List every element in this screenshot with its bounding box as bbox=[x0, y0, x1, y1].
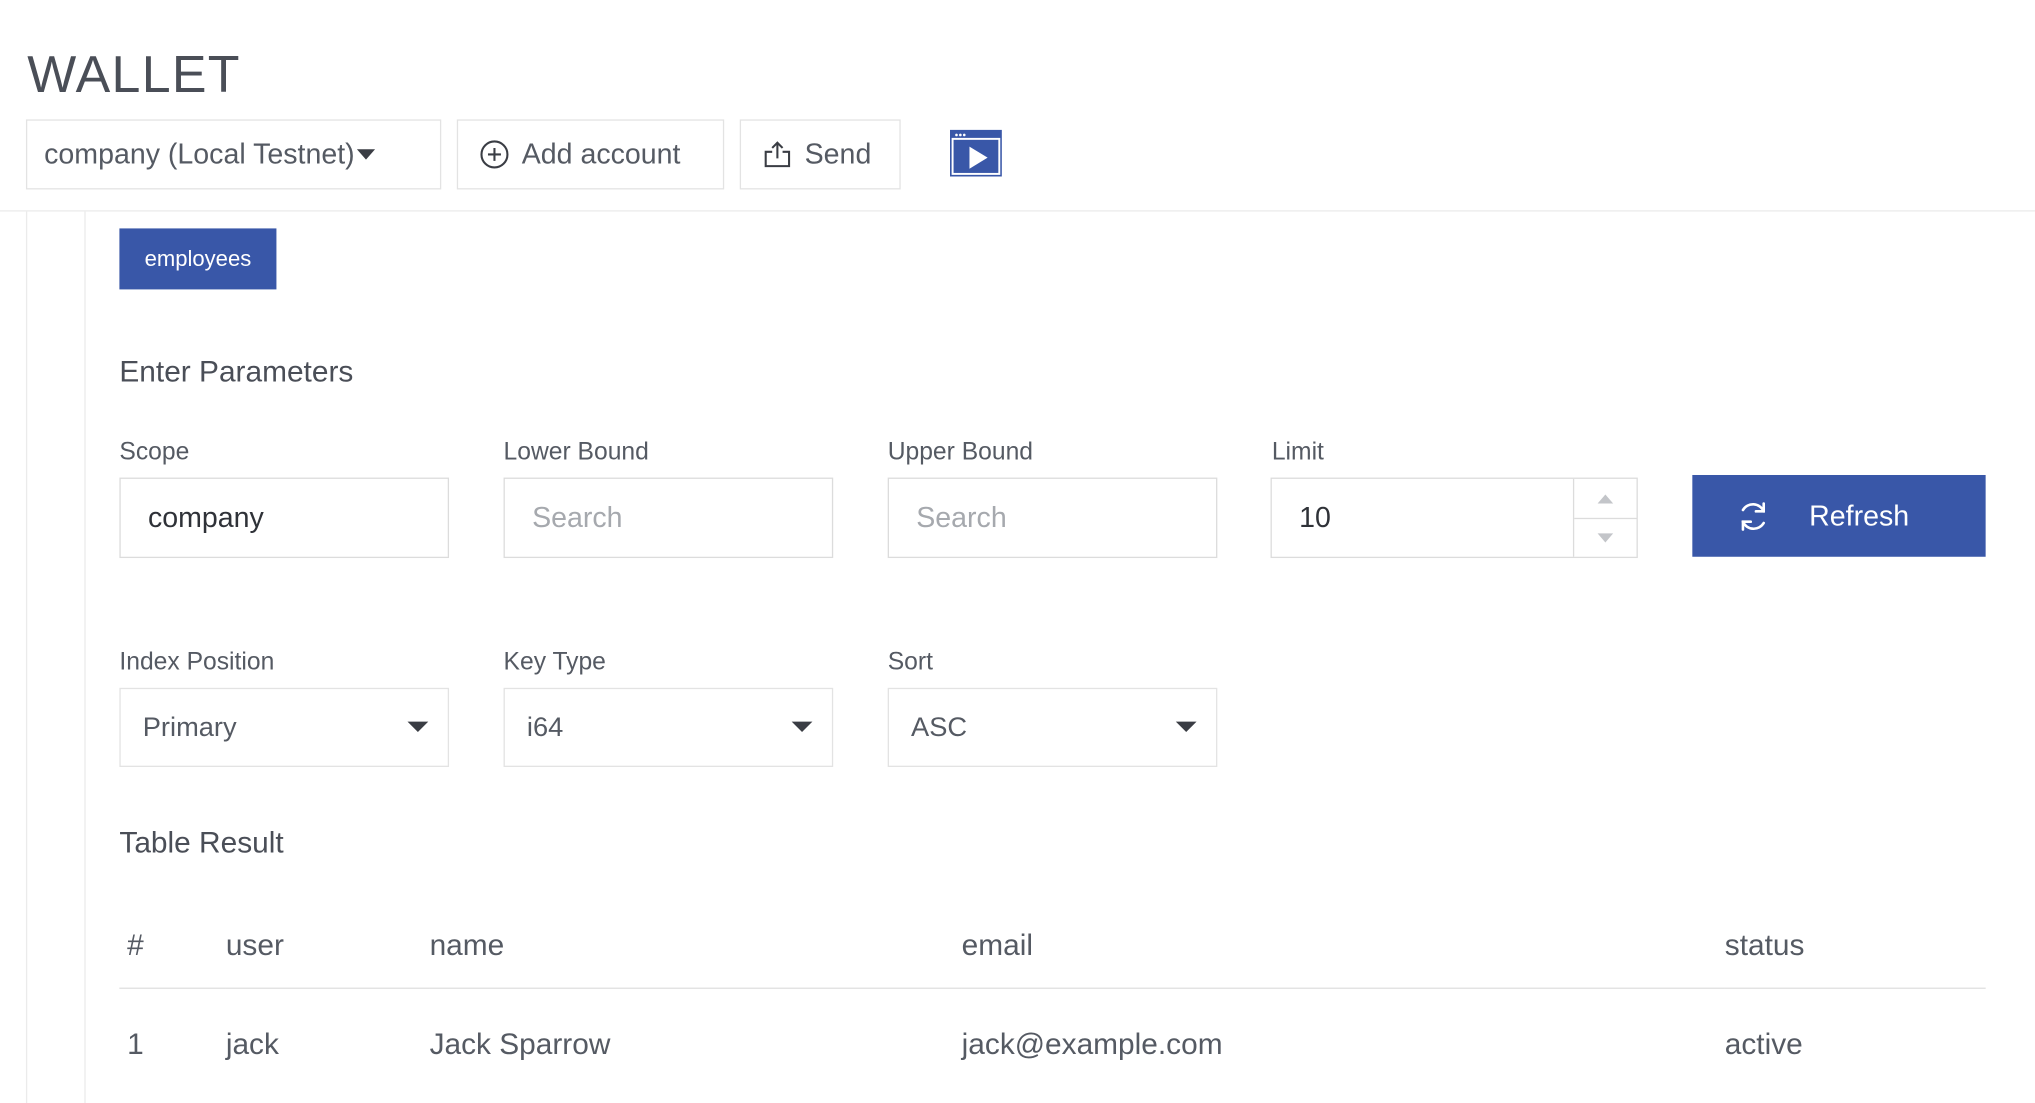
account-selector[interactable]: company (Local Testnet) bbox=[25, 119, 442, 190]
stepper-down-button[interactable] bbox=[1574, 517, 1637, 557]
app-header: WALLET company (Local Testnet) Add accou… bbox=[0, 0, 2035, 212]
index-position-select[interactable]: Primary bbox=[119, 687, 450, 767]
cell-index: 1 bbox=[127, 1026, 144, 1060]
share-upload-icon bbox=[762, 139, 793, 170]
key-type-select[interactable]: i64 bbox=[503, 687, 834, 767]
stepper-up-button[interactable] bbox=[1574, 479, 1636, 518]
add-account-button[interactable]: Add account bbox=[456, 119, 725, 190]
upper-bound-label: Upper Bound bbox=[887, 438, 1034, 466]
column-header-name: name bbox=[429, 927, 505, 962]
cell-name: Jack Sparrow bbox=[429, 1026, 611, 1060]
caret-down-icon bbox=[1175, 721, 1197, 732]
cell-user: jack bbox=[225, 1026, 279, 1060]
column-header-index: # bbox=[127, 927, 144, 962]
add-account-label: Add account bbox=[521, 137, 681, 171]
upper-bound-input[interactable] bbox=[887, 477, 1218, 559]
cell-email: jack@example.com bbox=[961, 1026, 1223, 1060]
send-button[interactable]: Send bbox=[739, 119, 901, 190]
send-label: Send bbox=[804, 137, 872, 171]
column-header-status: status bbox=[1724, 927, 1805, 962]
chevron-up-icon bbox=[1597, 493, 1614, 503]
result-table: # user name email status 1 jack Jack Spa… bbox=[119, 903, 1986, 1100]
limit-label: Limit bbox=[1271, 438, 1324, 466]
index-position-label: Index Position bbox=[119, 648, 275, 677]
refresh-label: Refresh bbox=[1809, 499, 1910, 532]
account-selector-value: company (Local Testnet) bbox=[44, 137, 355, 171]
app-root: WALLET company (Local Testnet) Add accou… bbox=[0, 0, 2035, 1103]
limit-value: 10 bbox=[1299, 500, 1331, 534]
key-type-value: i64 bbox=[526, 712, 564, 743]
column-header-email: email bbox=[961, 927, 1034, 962]
chevron-down-icon bbox=[1597, 533, 1614, 543]
limit-stepper bbox=[1572, 478, 1637, 557]
caret-down-icon bbox=[791, 721, 813, 732]
scope-input[interactable] bbox=[119, 477, 450, 559]
sort-value: ASC bbox=[911, 712, 968, 743]
plus-circle-icon bbox=[479, 139, 510, 170]
refresh-icon bbox=[1736, 499, 1770, 533]
lower-bound-label: Lower Bound bbox=[503, 438, 649, 466]
table-chip-employees[interactable]: employees bbox=[119, 228, 277, 290]
column-header-user: user bbox=[225, 927, 284, 962]
app-title: WALLET bbox=[27, 46, 241, 104]
limit-input[interactable]: 10 bbox=[1270, 477, 1638, 559]
caret-down-icon bbox=[357, 149, 376, 160]
caret-down-icon bbox=[407, 721, 429, 732]
key-type-label: Key Type bbox=[503, 648, 606, 677]
scope-label: Scope bbox=[119, 438, 190, 466]
video-player-icon[interactable] bbox=[949, 129, 1002, 177]
table-row: 1 jack Jack Sparrow jack@example.com act… bbox=[119, 988, 1985, 1100]
sort-select[interactable]: ASC bbox=[887, 687, 1218, 767]
sort-label: Sort bbox=[887, 648, 933, 677]
section-title-parameters: Enter Parameters bbox=[119, 354, 354, 389]
refresh-button[interactable]: Refresh bbox=[1692, 474, 1986, 557]
section-title-table-result: Table Result bbox=[119, 825, 284, 860]
cell-status: active bbox=[1724, 1026, 1803, 1060]
table-header-row: # user name email status bbox=[119, 903, 1986, 988]
index-position-value: Primary bbox=[142, 712, 237, 743]
lower-bound-input[interactable] bbox=[503, 477, 834, 559]
